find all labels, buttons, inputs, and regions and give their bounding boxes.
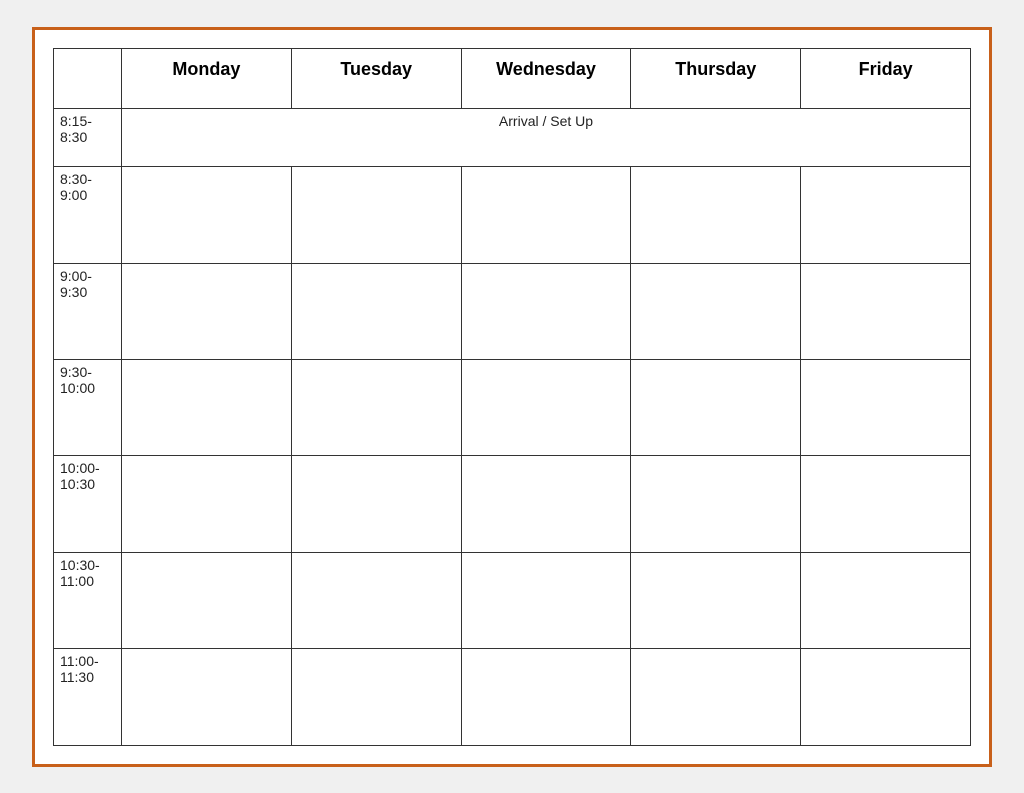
cell-tue-1 — [291, 167, 461, 263]
arrival-cell: Arrival / Set Up — [122, 108, 971, 167]
cell-thu-3 — [631, 360, 801, 456]
header-thursday: Thursday — [631, 48, 801, 108]
cell-wed-2 — [461, 263, 631, 359]
header-wednesday: Wednesday — [461, 48, 631, 108]
cell-fri-1 — [801, 167, 971, 263]
page-container: Monday Tuesday Wednesday Thursday Friday… — [32, 27, 992, 767]
cell-wed-5 — [461, 552, 631, 648]
time-slot-2: 9:00-9:30 — [54, 263, 122, 359]
schedule-table: Monday Tuesday Wednesday Thursday Friday… — [53, 48, 971, 746]
header-tuesday: Tuesday — [291, 48, 461, 108]
cell-thu-4 — [631, 456, 801, 552]
time-row-5: 10:30-11:00 — [54, 552, 971, 648]
time-row-1: 8:30-9:00 — [54, 167, 971, 263]
cell-fri-2 — [801, 263, 971, 359]
cell-tue-6 — [291, 649, 461, 745]
time-slot-5: 10:30-11:00 — [54, 552, 122, 648]
time-row-6: 11:00-11:30 — [54, 649, 971, 745]
time-row-4: 10:00-10:30 — [54, 456, 971, 552]
cell-tue-4 — [291, 456, 461, 552]
cell-wed-6 — [461, 649, 631, 745]
cell-thu-2 — [631, 263, 801, 359]
cell-tue-2 — [291, 263, 461, 359]
cell-thu-5 — [631, 552, 801, 648]
cell-tue-5 — [291, 552, 461, 648]
cell-fri-5 — [801, 552, 971, 648]
cell-mon-1 — [122, 167, 292, 263]
cell-tue-3 — [291, 360, 461, 456]
header-monday: Monday — [122, 48, 292, 108]
cell-fri-3 — [801, 360, 971, 456]
cell-mon-5 — [122, 552, 292, 648]
cell-fri-6 — [801, 649, 971, 745]
cell-mon-3 — [122, 360, 292, 456]
header-row: Monday Tuesday Wednesday Thursday Friday — [54, 48, 971, 108]
cell-mon-2 — [122, 263, 292, 359]
arrival-row: 8:15-8:30 Arrival / Set Up — [54, 108, 971, 167]
header-friday: Friday — [801, 48, 971, 108]
cell-mon-6 — [122, 649, 292, 745]
time-row-2: 9:00-9:30 — [54, 263, 971, 359]
time-slot-0: 8:15-8:30 — [54, 108, 122, 167]
cell-thu-1 — [631, 167, 801, 263]
time-slot-1: 8:30-9:00 — [54, 167, 122, 263]
cell-wed-3 — [461, 360, 631, 456]
cell-mon-4 — [122, 456, 292, 552]
header-time-cell — [54, 48, 122, 108]
time-row-3: 9:30-10:00 — [54, 360, 971, 456]
time-slot-4: 10:00-10:30 — [54, 456, 122, 552]
cell-wed-4 — [461, 456, 631, 552]
time-slot-6: 11:00-11:30 — [54, 649, 122, 745]
cell-wed-1 — [461, 167, 631, 263]
cell-thu-6 — [631, 649, 801, 745]
cell-fri-4 — [801, 456, 971, 552]
time-slot-3: 9:30-10:00 — [54, 360, 122, 456]
